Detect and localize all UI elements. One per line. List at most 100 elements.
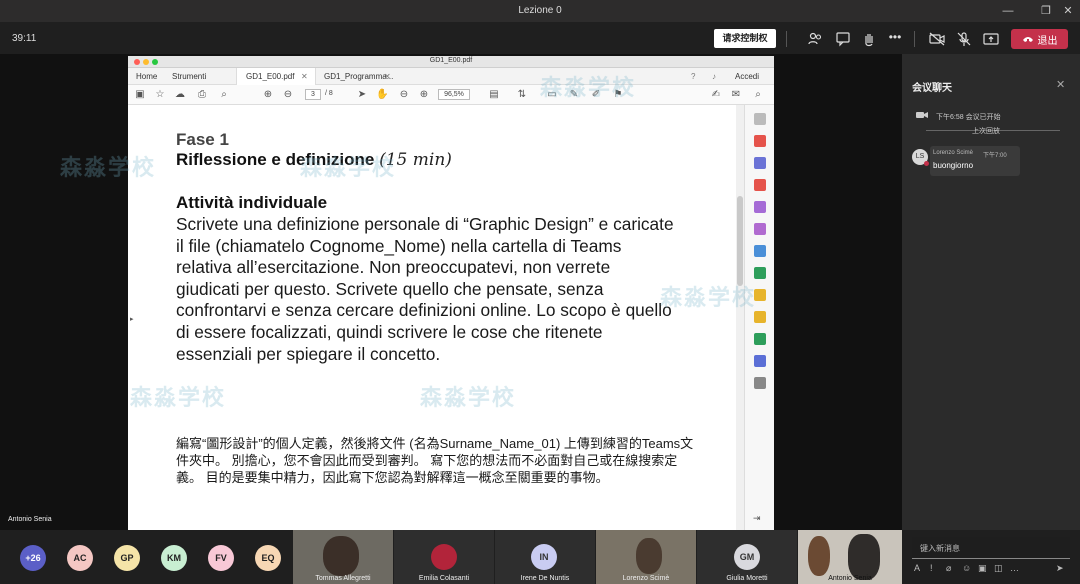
tab-tools[interactable]: Strumenti [172, 72, 206, 81]
chat-title: 会议聊天 [912, 83, 952, 94]
highlight-pen-icon[interactable]: ✎ [568, 89, 580, 101]
next-page-icon[interactable]: ⊖ [282, 89, 294, 101]
camera-off-icon[interactable] [928, 30, 946, 48]
chat-icon[interactable] [834, 30, 852, 48]
tab-file1-close-icon[interactable]: ✕ [301, 72, 308, 81]
help-icon[interactable]: ? [691, 72, 695, 81]
bell-icon[interactable]: ♪ [712, 72, 716, 81]
pdf-scrollbar-thumb[interactable] [737, 196, 743, 286]
rail-collapse-icon[interactable]: ⇥ [753, 513, 761, 524]
participant-tile-video[interactable]: Lorenzo Scimè [596, 530, 696, 584]
maximize-icon[interactable]: ❐ [1038, 3, 1054, 19]
bookmark-star-icon[interactable]: ☆ [154, 89, 166, 101]
gif-icon[interactable]: ▣ [978, 563, 987, 574]
minimize-icon[interactable]: — [1000, 3, 1016, 19]
tab-file1[interactable]: GD1_E00.pdf [246, 72, 294, 81]
rail-export-pdf-icon[interactable] [754, 245, 766, 257]
close-window-icon[interactable]: ✕ [1060, 3, 1076, 19]
rail-search-icon[interactable] [754, 113, 766, 125]
rail-organize-icon[interactable] [754, 179, 766, 191]
chat-compose-tools: A ! ⌀ ☺ ▣ ◫ … ➤ [912, 563, 1070, 577]
select-cursor-icon[interactable]: ➤ [356, 89, 368, 101]
participant-tile-video[interactable]: Tommas Allegretti [293, 530, 393, 584]
participant-avatar[interactable]: FV [208, 545, 234, 571]
pdf-window-titlebar: GD1_E00.pdf [128, 56, 774, 68]
sign-icon[interactable]: ✍ [710, 89, 722, 101]
save-icon[interactable]: ▣ [134, 89, 146, 101]
zoom-search-icon[interactable]: ⌕ [218, 89, 230, 101]
fit-page-icon[interactable]: ▤ [488, 89, 500, 101]
share-screen-icon[interactable] [982, 30, 1000, 48]
raise-hand-icon[interactable] [860, 30, 878, 48]
doc-body-italian: Scrivete una definizione personale di “G… [176, 214, 674, 364]
more-actions-icon[interactable]: ••• [886, 30, 904, 48]
pdf-toolbar: ▣ ☆ ☁ ⎙ ⌕ ⊕ ⊖ 3 / 8 ➤ ✋ ⊖ ⊕ 96,5% ▤ ⇅ ▭ … [128, 85, 774, 105]
rail-protect-icon[interactable] [754, 355, 766, 367]
print-icon[interactable]: ⎙ [196, 89, 208, 101]
important-icon[interactable]: ! [930, 563, 933, 573]
emoji-icon[interactable]: ☺ [962, 563, 971, 573]
pdf-file-title: GD1_E00.pdf [429, 57, 473, 64]
rail-fill-sign-icon[interactable] [754, 267, 766, 279]
participant-avatar[interactable]: GP [114, 545, 140, 571]
scroll-mode-icon[interactable]: ⇅ [516, 89, 528, 101]
tab-file2-close-icon[interactable]: ✕ [384, 72, 391, 81]
rail-more-tools-icon[interactable] [754, 377, 766, 389]
meeting-video-icon [916, 112, 928, 118]
mic-off-icon[interactable] [955, 30, 973, 48]
rail-comment-icon[interactable] [754, 289, 766, 301]
rail-send-icon[interactable] [754, 311, 766, 323]
hand-tool-icon[interactable]: ✋ [376, 89, 388, 101]
doc-section-title: Attività individuale [176, 193, 328, 212]
zoom-in-icon[interactable]: ⊕ [418, 89, 430, 101]
email-icon[interactable]: ✉ [730, 89, 742, 101]
format-icon[interactable]: A [914, 563, 920, 573]
rail-edit-icon[interactable] [754, 223, 766, 235]
sticker-icon[interactable]: ◫ [994, 563, 1003, 574]
pdf-page[interactable]: Fase 1 Riflessione e definizione (15 min… [128, 105, 736, 530]
participant-tile-video[interactable]: Antonio Senia [798, 530, 902, 584]
attach-icon[interactable]: ⌀ [946, 563, 951, 574]
chat-input[interactable]: 键入新消息 [912, 537, 1070, 559]
search-doc-icon[interactable]: ⌕ [752, 89, 764, 101]
request-control-button[interactable]: 请求控制权 [714, 29, 776, 48]
doc-subheading-time: (15 min) [379, 150, 452, 170]
chat-close-icon[interactable]: ✕ [1056, 78, 1065, 91]
avatar: GM [734, 544, 760, 570]
participant-avatar[interactable]: EQ [255, 545, 281, 571]
rail-export-icon[interactable] [754, 201, 766, 213]
page-total: / 8 [325, 90, 333, 97]
participant-tile-initials[interactable]: IN Irene De Nuntis [495, 530, 595, 584]
participant-overflow-badge[interactable]: +26 [20, 545, 46, 571]
rail-create-pdf-icon[interactable] [754, 135, 766, 147]
leave-button[interactable]: 退出 [1011, 29, 1068, 49]
sign-in-link[interactable]: Accedi [735, 72, 759, 81]
tab-home[interactable]: Home [136, 72, 157, 81]
pdf-scrollbar[interactable] [736, 105, 744, 530]
doc-subheading-text: Riflessione e definizione [176, 150, 375, 169]
page-number-input[interactable]: 3 [305, 89, 321, 100]
participant-avatar[interactable]: KM [161, 545, 187, 571]
participant-avatar[interactable]: AC [67, 545, 93, 571]
meeting-toolbar [0, 22, 1080, 54]
tab-file2[interactable]: GD1_Programma... [324, 72, 393, 81]
upload-icon[interactable]: ☁ [174, 89, 186, 101]
participants-icon[interactable] [806, 30, 824, 48]
comment-icon[interactable]: ▭ [546, 89, 558, 101]
participant-video-figure [808, 536, 830, 576]
rail-combine-icon[interactable] [754, 157, 766, 169]
draw-icon[interactable]: ✐ [590, 89, 602, 101]
zoom-level-input[interactable]: 96,5% [438, 89, 470, 100]
more-options-icon[interactable]: … [1010, 563, 1019, 573]
rail-scan-icon[interactable] [754, 333, 766, 345]
participant-tile-initials[interactable]: GM Giulia Moretti [697, 530, 797, 584]
left-panel-toggle-icon[interactable]: ▸ [130, 315, 134, 323]
prev-page-icon[interactable]: ⊕ [262, 89, 274, 101]
participant-tile-photo[interactable]: Emilia Colasanti [394, 530, 494, 584]
previous-conversation-link[interactable]: 上次回放 [972, 126, 1000, 136]
participant-name: Irene De Nuntis [520, 575, 570, 582]
stamp-icon[interactable]: ⚑ [612, 89, 624, 101]
status-badge [924, 161, 929, 166]
send-icon[interactable]: ➤ [1056, 563, 1064, 574]
zoom-out-icon[interactable]: ⊖ [398, 89, 410, 101]
